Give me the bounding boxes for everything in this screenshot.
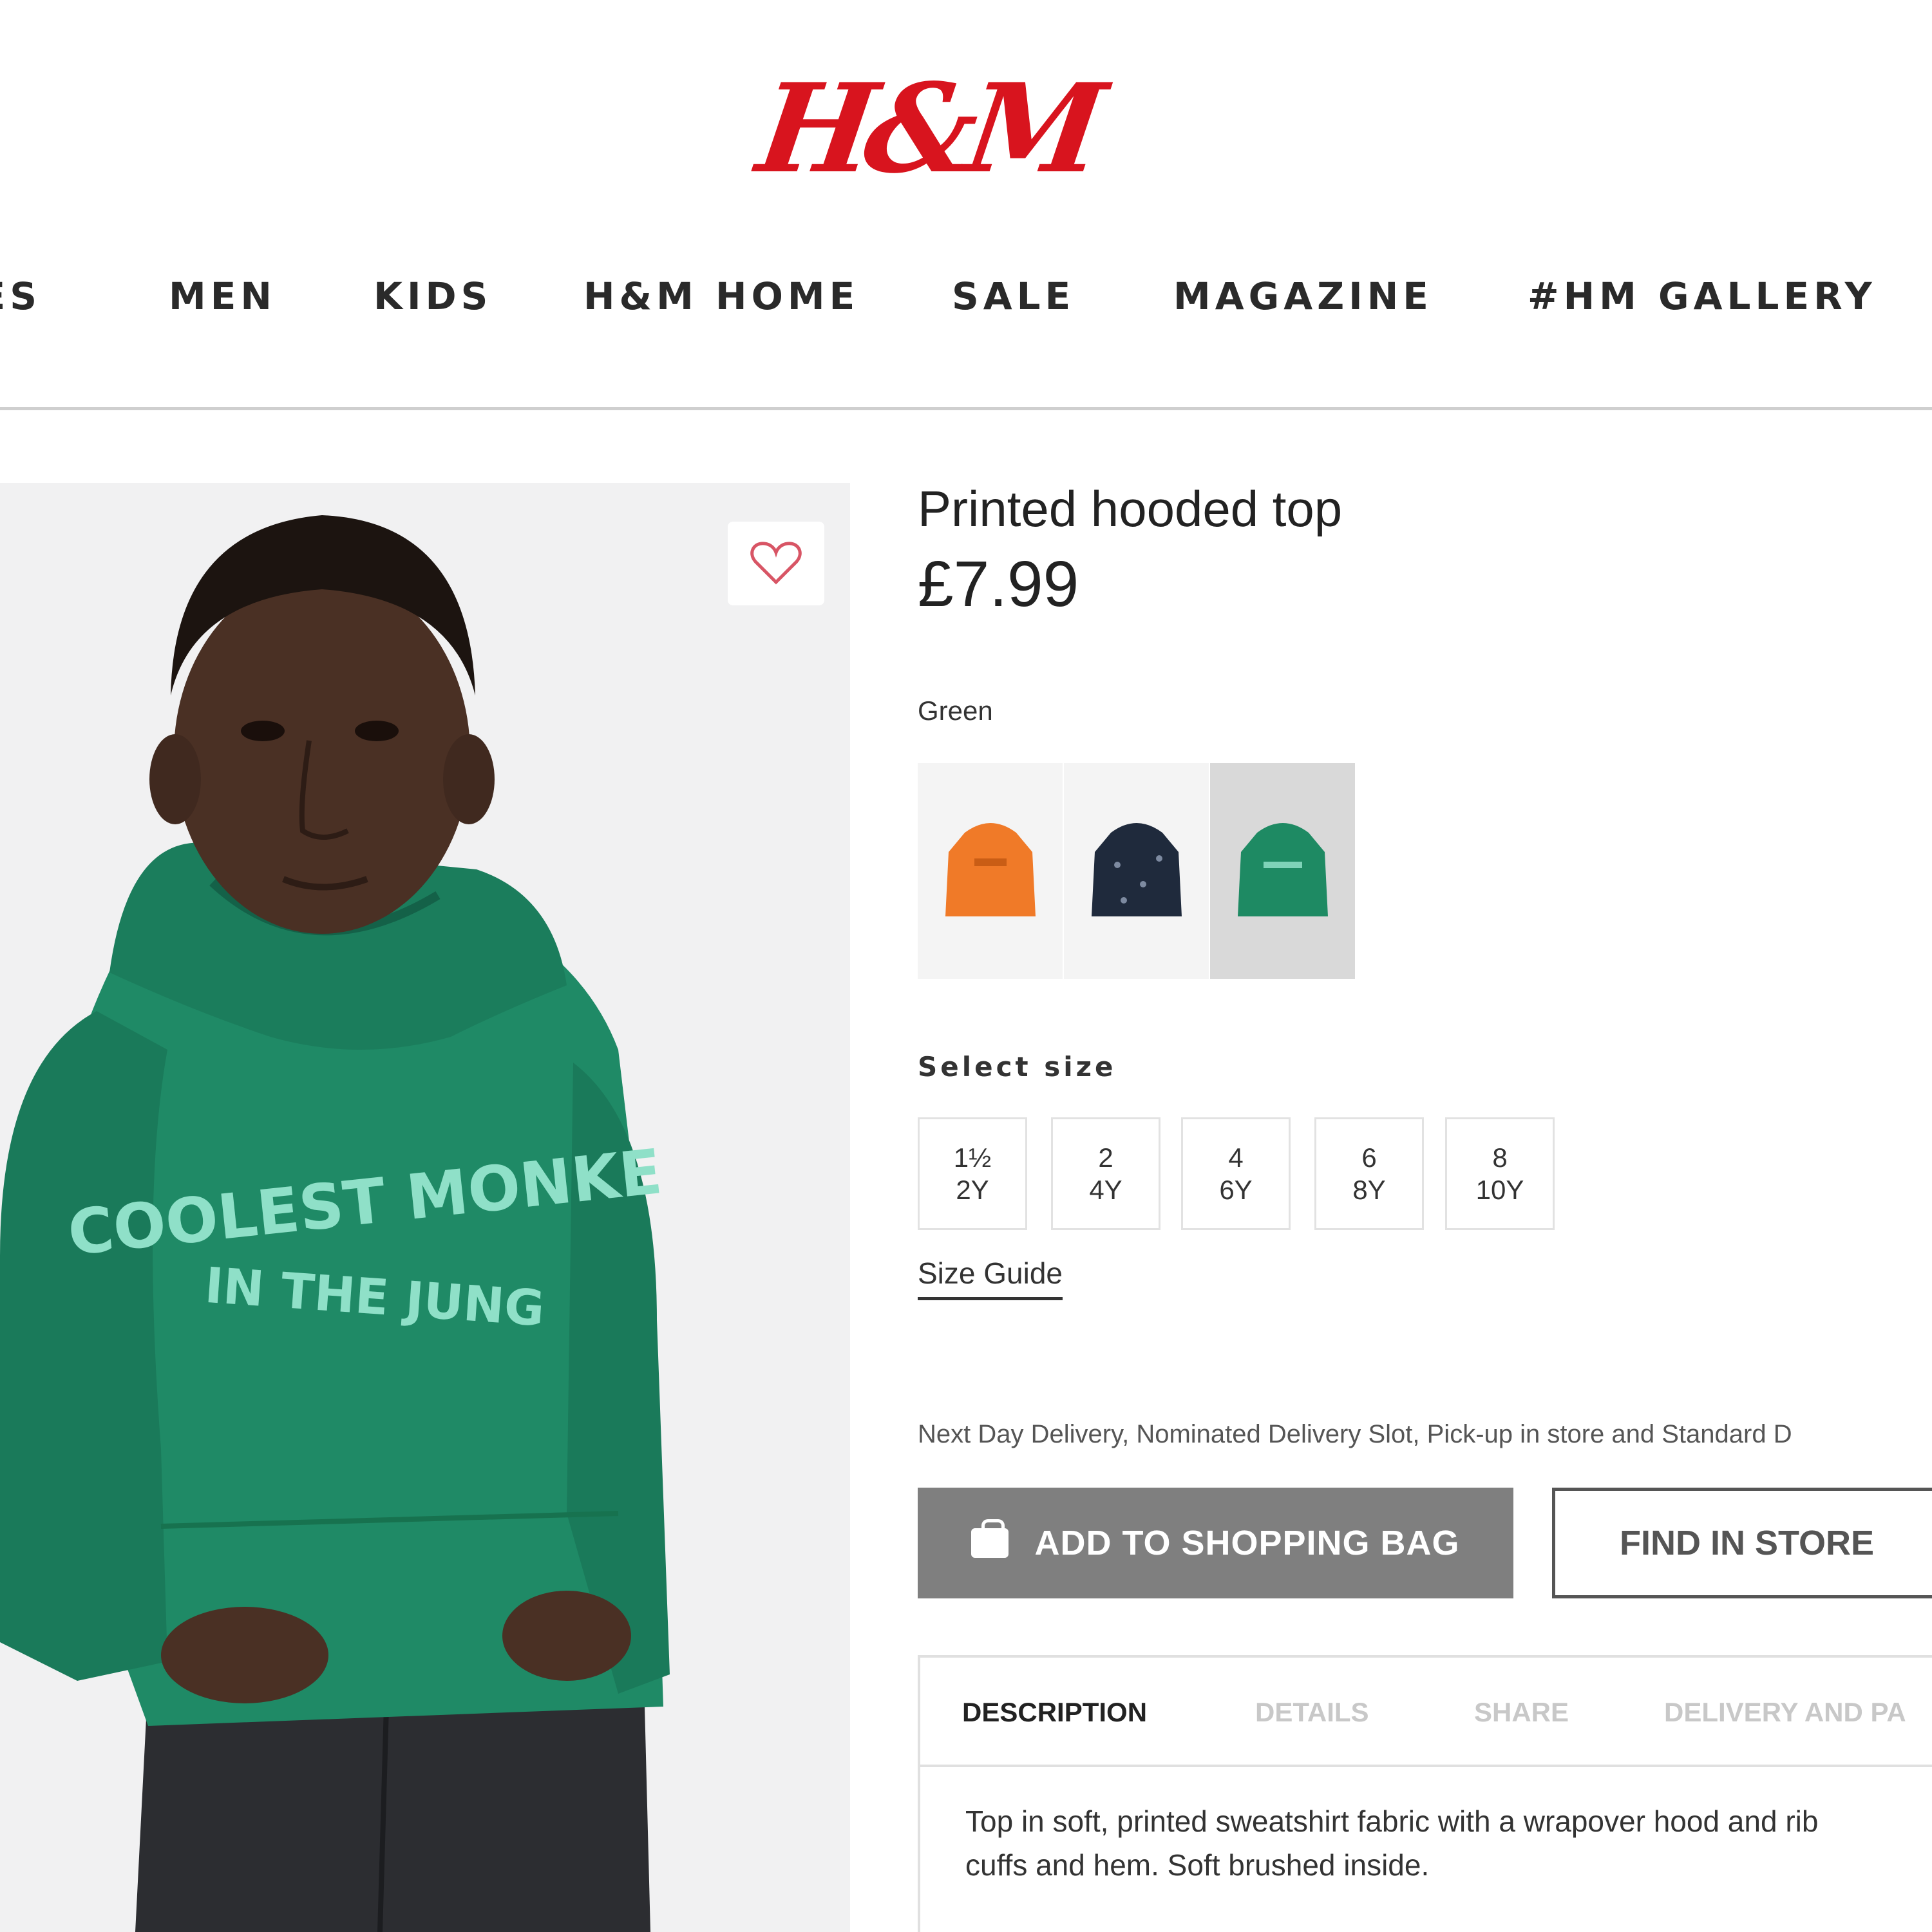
wishlist-button[interactable] <box>728 522 824 605</box>
color-swatch-green[interactable] <box>1210 763 1355 979</box>
size-option-line-2: 2Y <box>956 1174 989 1205</box>
size-option[interactable]: 8 10Y <box>1445 1117 1555 1230</box>
color-swatch-orange[interactable] <box>918 763 1063 979</box>
size-guide-link[interactable]: Size Guide <box>918 1256 1063 1300</box>
size-option-line-1: 2 <box>1098 1142 1113 1173</box>
size-option-line-2: 4Y <box>1089 1174 1122 1205</box>
size-option-line-1: 6 <box>1361 1142 1377 1173</box>
nav-item-hm-gallery[interactable]: #HM GALLERY <box>1528 264 1877 328</box>
description-line: cuffs and hem. Soft brushed inside. <box>965 1848 1430 1882</box>
product-description: Top in soft, printed sweatshirt fabric w… <box>965 1799 1932 1887</box>
tab-bar: DESCRIPTION DETAILS SHARE DELIVERY AND P… <box>920 1658 1932 1767</box>
find-in-store-label: FIND IN STORE <box>1620 1524 1875 1562</box>
color-swatch-navy[interactable] <box>1064 763 1209 979</box>
nav-item-men[interactable]: MEN <box>169 264 276 328</box>
hoodie-thumbnail-icon <box>1091 822 1182 916</box>
brand-logo-text: H&M <box>750 57 1105 200</box>
find-in-store-button[interactable]: FIND IN STORE <box>1552 1488 1932 1598</box>
hoodie-thumbnail-icon <box>945 822 1036 916</box>
size-option-line-2: 10Y <box>1475 1174 1524 1205</box>
product-image[interactable]: COOLEST MONKE IN THE JUNG <box>0 483 850 1932</box>
selected-color-label: Green <box>918 696 993 726</box>
description-line: Top in soft, printed sweatshirt fabric w… <box>965 1804 1819 1838</box>
nav-divider <box>0 407 1932 410</box>
tab-details[interactable]: DETAILS <box>1255 1658 1369 1767</box>
product-title: Printed hooded top <box>918 480 1343 537</box>
product-price: £7.99 <box>918 548 1079 620</box>
nav-item-magazine[interactable]: MAGAZINE <box>1173 264 1433 328</box>
brand-logo[interactable]: H&M <box>750 57 1104 200</box>
tab-description[interactable]: DESCRIPTION <box>962 1658 1147 1767</box>
delivery-info: Next Day Delivery, Nominated Delivery Sl… <box>918 1420 1792 1448</box>
heart-icon <box>750 542 802 585</box>
size-option[interactable]: 2 4Y <box>1051 1117 1160 1230</box>
product-info-tabs: DESCRIPTION DETAILS SHARE DELIVERY AND P… <box>918 1655 1932 1932</box>
nav-item-hm-home[interactable]: H&M HOME <box>583 264 859 328</box>
main-nav: IES MEN KIDS H&M HOME SALE MAGAZINE #HM … <box>0 264 1932 328</box>
size-option-line-1: 8 <box>1492 1142 1508 1173</box>
shopping-bag-icon <box>971 1519 1009 1558</box>
size-option[interactable]: 1½ 2Y <box>918 1117 1027 1230</box>
size-option-line-2: 6Y <box>1219 1174 1253 1205</box>
nav-item-sale[interactable]: SALE <box>952 264 1075 328</box>
select-size-label: Select size <box>918 1051 1117 1083</box>
size-option[interactable]: 4 6Y <box>1181 1117 1291 1230</box>
tab-delivery-and-payment[interactable]: DELIVERY AND PA <box>1664 1658 1906 1767</box>
nav-item-ladies[interactable]: IES <box>0 264 41 328</box>
size-option-line-2: 8Y <box>1352 1174 1386 1205</box>
size-option-line-1: 4 <box>1228 1142 1244 1173</box>
product-photo: COOLEST MONKE IN THE JUNG <box>0 515 670 1932</box>
add-to-bag-label: ADD TO SHOPPING BAG <box>1034 1524 1460 1562</box>
nav-item-kids[interactable]: KIDS <box>374 264 492 328</box>
size-option-line-1: 1½ <box>953 1142 992 1173</box>
size-option[interactable]: 6 8Y <box>1314 1117 1424 1230</box>
tab-share[interactable]: SHARE <box>1474 1658 1569 1767</box>
add-to-bag-button[interactable]: ADD TO SHOPPING BAG <box>918 1488 1513 1598</box>
hoodie-thumbnail-icon <box>1237 822 1328 916</box>
